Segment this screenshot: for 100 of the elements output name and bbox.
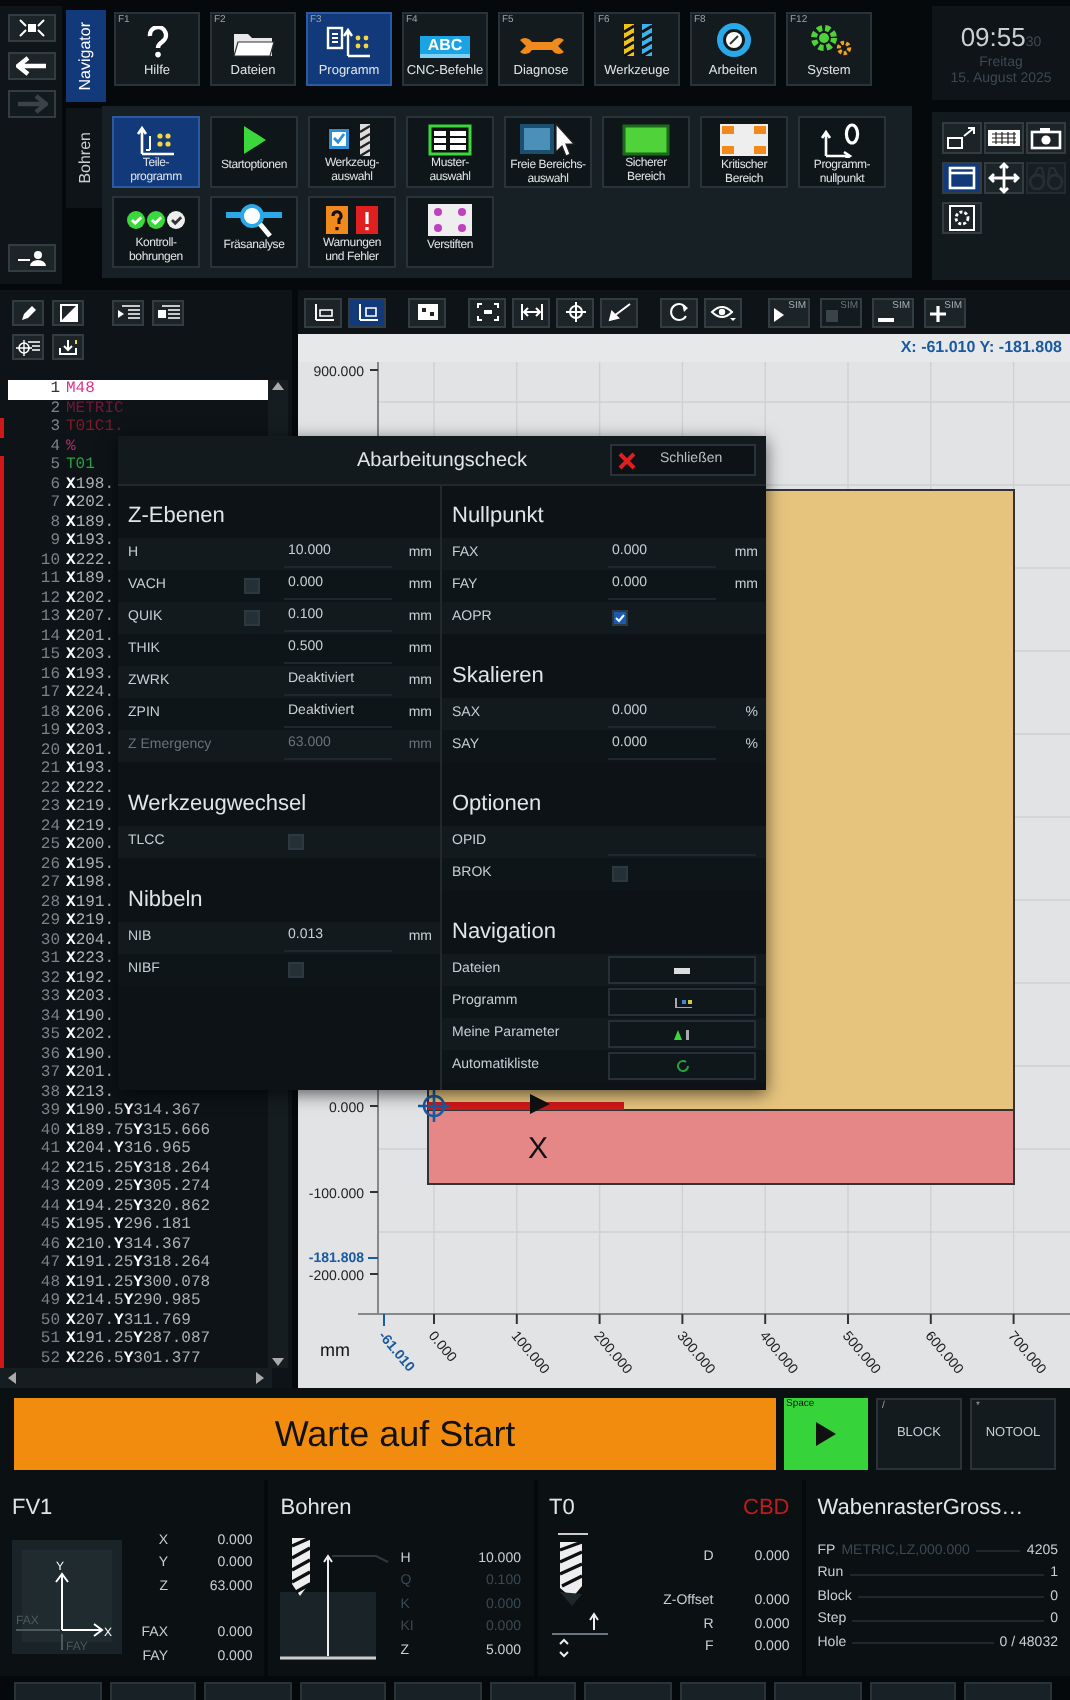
code-text: X219. — [66, 912, 115, 931]
program-icon — [325, 26, 373, 58]
code-text: % — [66, 437, 76, 456]
sim-stop-icon — [826, 309, 838, 321]
panel-title: FV1 — [12, 1493, 53, 1524]
scroll-left-icon — [6, 1372, 16, 1384]
code-text: X189.75Y315.666 — [66, 1121, 211, 1140]
toolbar-button[interactable] — [942, 202, 982, 234]
checkbox[interactable] — [612, 866, 628, 882]
section-heading: Nibbeln — [128, 885, 203, 916]
fullscreen-button[interactable] — [7, 14, 55, 42]
tool-tag: CBD — [743, 1491, 790, 1525]
line-number: 19 — [38, 722, 60, 741]
gear-icon — [805, 22, 853, 58]
code-text: X202. — [66, 589, 115, 608]
code-text: T01 — [66, 456, 95, 475]
code-text: X206. — [66, 703, 115, 722]
code-text: X200. — [66, 836, 115, 855]
toolbar-button[interactable] — [942, 162, 982, 194]
checkbox[interactable] — [288, 962, 304, 978]
half-square-button[interactable] — [52, 300, 84, 326]
code-text: X193. — [66, 532, 115, 551]
checkbox[interactable] — [244, 610, 260, 626]
code-text: X207.Y311.769 — [66, 1311, 191, 1330]
line-number: 30 — [38, 931, 60, 950]
origin-icon — [820, 122, 864, 158]
eye-icon — [710, 302, 736, 322]
checkbox[interactable] — [244, 578, 260, 594]
line-number: 40 — [38, 1121, 60, 1140]
list-play-button[interactable] — [112, 300, 144, 326]
code-text: X203. — [66, 722, 115, 741]
line-number: 16 — [38, 665, 60, 684]
toolbar-button[interactable] — [942, 122, 982, 154]
code-text: X204. — [66, 931, 115, 950]
code-text: X202. — [66, 494, 115, 513]
list-stop-button[interactable] — [152, 300, 184, 326]
list-target-button[interactable] — [12, 334, 44, 360]
toolbar-button[interactable] — [984, 122, 1024, 154]
grid-icon — [673, 997, 691, 1007]
eye-button[interactable] — [704, 297, 742, 327]
status-banner: Warte auf Start — [14, 1398, 776, 1470]
line-number: 21 — [38, 760, 60, 779]
scroll-right-icon — [256, 1372, 266, 1384]
line-number: 24 — [38, 817, 60, 836]
line-number: 51 — [38, 1330, 60, 1349]
axes-offset-button[interactable] — [348, 297, 386, 327]
line-number: 14 — [38, 627, 60, 646]
crosshair-target-button[interactable] — [556, 297, 594, 327]
code-text: X192. — [66, 969, 115, 988]
pattern-button[interactable] — [408, 297, 446, 327]
line-number: 20 — [38, 741, 60, 760]
line-number: 46 — [38, 1235, 60, 1254]
panel-title: WabenrasterGross… — [817, 1493, 1024, 1524]
line-number: 33 — [38, 988, 60, 1007]
play-icon — [814, 1420, 838, 1448]
navigation-button[interactable] — [608, 956, 756, 984]
diagonal-arrow-button[interactable] — [600, 297, 638, 327]
section-heading: Optionen — [452, 789, 542, 820]
back-button[interactable] — [7, 52, 55, 80]
code-text: T01C1. — [66, 418, 124, 437]
toolbar-button[interactable] — [1026, 122, 1066, 154]
line-number: 15 — [38, 646, 60, 665]
vertical-tab[interactable]: Navigator — [66, 10, 106, 102]
section-heading: Z-Ebenen — [128, 501, 225, 532]
line-number: 43 — [38, 1178, 60, 1197]
horizontal-scrollbar[interactable] — [0, 1368, 272, 1388]
section-heading: Navigation — [452, 917, 556, 948]
axes-button[interactable] — [304, 297, 342, 327]
line-number: 4 — [48, 437, 60, 456]
toolbar-button[interactable] — [984, 162, 1024, 194]
panel-title: T0 — [549, 1493, 575, 1524]
fit-frame-button[interactable] — [468, 297, 506, 327]
code-text: X193. — [66, 760, 115, 779]
vertical-tab[interactable]: Bohren — [66, 108, 106, 208]
download-bars-button[interactable] — [52, 334, 84, 360]
checkbox[interactable] — [612, 610, 628, 626]
line-number: 17 — [38, 684, 60, 703]
code-text: X189. — [66, 513, 115, 532]
download-bars-icon — [58, 338, 78, 356]
line-number: 22 — [38, 779, 60, 798]
rotate-button[interactable] — [660, 297, 698, 327]
code-text: X203. — [66, 646, 115, 665]
line-number: 35 — [38, 1026, 60, 1045]
code-text: X195. — [66, 855, 115, 874]
expand-button[interactable] — [512, 297, 550, 327]
plus-icon — [930, 305, 946, 321]
list-target-icon — [16, 338, 40, 356]
collapse-icon — [17, 18, 45, 38]
user-key-button[interactable] — [7, 244, 55, 272]
arrow-right-icon — [15, 94, 47, 114]
pin-pattern-icon — [426, 202, 474, 238]
line-number: 39 — [38, 1102, 60, 1121]
scroll-up-icon — [272, 380, 284, 390]
axes-icon — [311, 302, 335, 322]
pencil-button[interactable] — [12, 300, 44, 326]
line-number: 18 — [38, 703, 60, 722]
line-number: 12 — [38, 589, 60, 608]
checkbox[interactable] — [288, 834, 304, 850]
crosshair-icon — [416, 1088, 452, 1124]
code-text: X195.Y296.181 — [66, 1216, 191, 1235]
